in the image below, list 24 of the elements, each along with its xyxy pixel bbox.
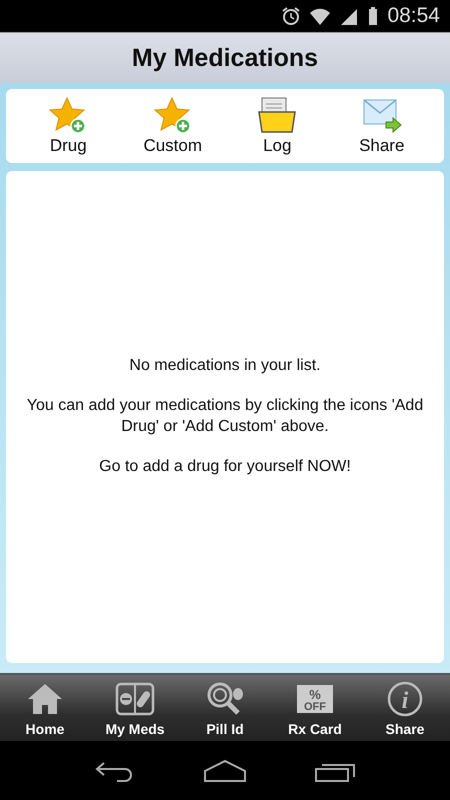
nav-tab[interactable]: % OFF Rx Card <box>270 675 360 741</box>
wifi-icon <box>309 7 332 25</box>
toolbar-button[interactable]: Log <box>242 96 312 156</box>
star-plus-icon <box>48 96 88 134</box>
nav-tab[interactable]: Pill Id <box>180 675 270 741</box>
home-icon <box>202 759 247 783</box>
magnifier-pill-icon <box>205 680 245 718</box>
nav-tab[interactable]: i Share <box>360 675 450 741</box>
empty-message: No medications in your list. <box>129 356 321 376</box>
screen-title: My Medications <box>132 44 318 72</box>
nav-tab[interactable]: Home <box>0 675 90 741</box>
empty-message: You can add your medications by clicking the icons 'Add Drug' or 'Add Custom' above. <box>26 396 424 437</box>
battery-icon <box>367 7 380 25</box>
star-plus-icon <box>152 96 193 134</box>
empty-message: Go to add a drug for yourself NOW! <box>99 456 351 477</box>
toolbar-button[interactable]: Drug <box>33 96 104 156</box>
info-icon: i <box>385 680 425 718</box>
toolbar-button[interactable]: Share <box>346 96 417 156</box>
alarm-icon <box>281 6 302 26</box>
folder-icon <box>257 96 298 134</box>
nav-tab[interactable]: My Meds <box>90 675 180 741</box>
clock-time: 08:54 <box>387 4 440 28</box>
toolbar-button[interactable]: Custom <box>138 96 208 156</box>
signal-icon <box>339 7 360 25</box>
